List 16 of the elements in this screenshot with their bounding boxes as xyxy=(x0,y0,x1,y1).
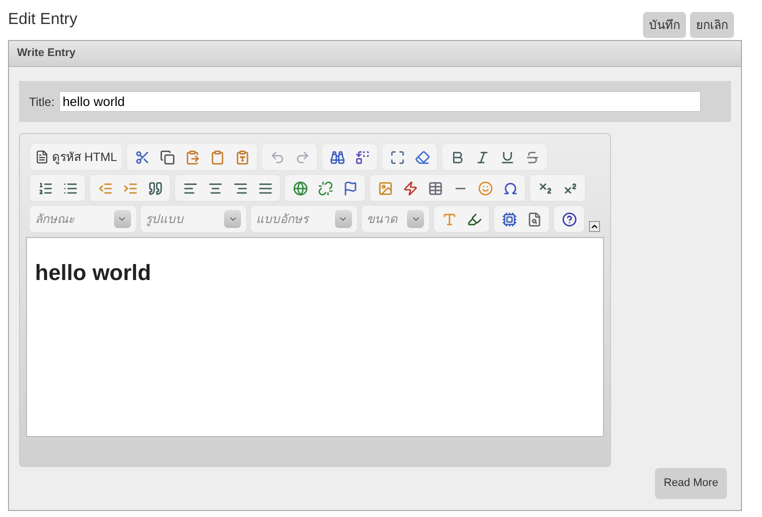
page-title: Edit Entry xyxy=(8,10,78,30)
panel-title: Write Entry xyxy=(17,46,76,62)
title-input[interactable]: hello world xyxy=(58,91,701,112)
collapse-toolbar-button[interactable] xyxy=(589,221,600,232)
dropdown-placeholder: ขนาด xyxy=(366,211,398,228)
editor-content-area[interactable]: hello world xyxy=(26,237,604,437)
dropdown-placeholder: รูปแบบ xyxy=(146,211,184,228)
dropdown-placeholder: แบบอักษร xyxy=(256,211,308,228)
action-button[interactable]: บันทึก xyxy=(643,12,686,38)
document-icon xyxy=(35,150,49,164)
caret-icon xyxy=(590,222,600,231)
content-heading: hello world xyxy=(35,259,152,287)
title-label: Title: xyxy=(29,94,55,110)
read-more-button[interactable]: Read More xyxy=(655,468,727,499)
action-button[interactable]: ยกเลิก xyxy=(690,12,734,38)
dropdown-placeholder: ลักษณะ xyxy=(35,211,74,228)
